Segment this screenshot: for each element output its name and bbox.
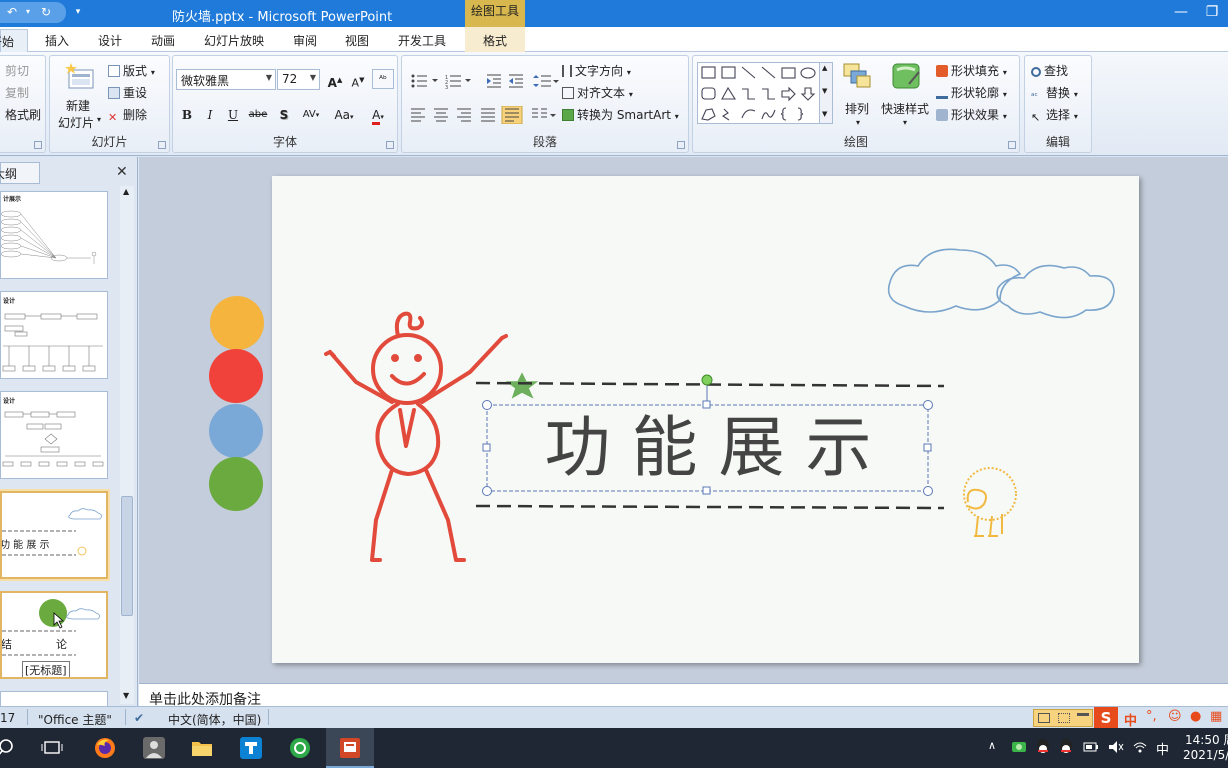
stick-figure-illustration [324, 311, 508, 562]
keyboard-icon[interactable]: ▦ [1210, 709, 1222, 724]
browser-360-icon[interactable] [288, 736, 312, 760]
language-label[interactable]: 中文(简体，中国) [168, 711, 261, 728]
dashed-line-bottom [475, 504, 945, 510]
tray-app-icon[interactable] [1011, 739, 1027, 755]
rotate-handle[interactable] [701, 374, 713, 386]
chick-illustration [963, 467, 1017, 537]
slide-number: 17 [0, 711, 16, 725]
spellcheck-icon[interactable]: ✔ [134, 711, 144, 725]
slideshow-view-icon[interactable] [1077, 713, 1089, 723]
cloud-illustration [887, 248, 1115, 319]
clock-time[interactable]: 14:50 周 [1185, 731, 1228, 748]
qq-icon[interactable] [1035, 738, 1051, 756]
divider [125, 709, 126, 725]
user-app-icon[interactable] [142, 736, 166, 760]
resize-handle[interactable] [482, 443, 491, 452]
blue-dot [209, 404, 263, 458]
slide-title[interactable]: 功 能 展 示 [490, 405, 926, 491]
powerpoint-icon [340, 738, 360, 758]
taskbar: ∧ 中 14:50 周 2021/5/ [0, 728, 1228, 768]
sogou-ime-icon[interactable]: S [1094, 707, 1118, 729]
powerpoint-taskbar-button[interactable] [326, 728, 374, 768]
emoji-icon[interactable]: ☺ [1168, 709, 1182, 724]
qq-icon-2[interactable] [1058, 738, 1074, 756]
slide-artwork [209, 248, 1115, 562]
divider [268, 709, 269, 725]
theme-name: "Office 主题" [38, 713, 112, 727]
microphone-icon[interactable]: ● [1190, 709, 1201, 724]
divider [27, 709, 28, 725]
ime-indicator[interactable]: 中 [1156, 739, 1169, 758]
sorter-view-icon[interactable] [1058, 713, 1070, 723]
status-bar: 17 "Office 主题" ✔ 中文(简体，中国) S 中 °, ☺ ● ▦ [0, 706, 1228, 729]
red-dot [209, 349, 263, 403]
battery-icon[interactable] [1083, 741, 1099, 753]
firefox-icon[interactable] [93, 736, 117, 760]
ime-mode[interactable]: 中 [1124, 710, 1137, 729]
wifi-icon[interactable] [1132, 740, 1148, 754]
search-icon[interactable] [0, 736, 18, 760]
notes-pane[interactable]: 单击此处添加备注 [139, 683, 1228, 706]
file-explorer-icon[interactable] [190, 736, 214, 760]
chevron-up-icon[interactable]: ∧ [988, 739, 996, 752]
orange-dot [210, 296, 264, 350]
normal-view-icon[interactable] [1038, 713, 1050, 723]
clock-date[interactable]: 2021/5/ [1183, 748, 1228, 762]
view-buttons[interactable] [1033, 709, 1093, 727]
notes-placeholder: 单击此处添加备注 [149, 692, 261, 706]
mute-icon[interactable] [1108, 740, 1124, 754]
punctuation-icon[interactable]: °, [1146, 709, 1157, 724]
task-view-icon[interactable] [40, 736, 64, 760]
star-icon [505, 372, 539, 399]
feishu-icon[interactable] [239, 736, 263, 760]
green-dot [209, 457, 263, 511]
